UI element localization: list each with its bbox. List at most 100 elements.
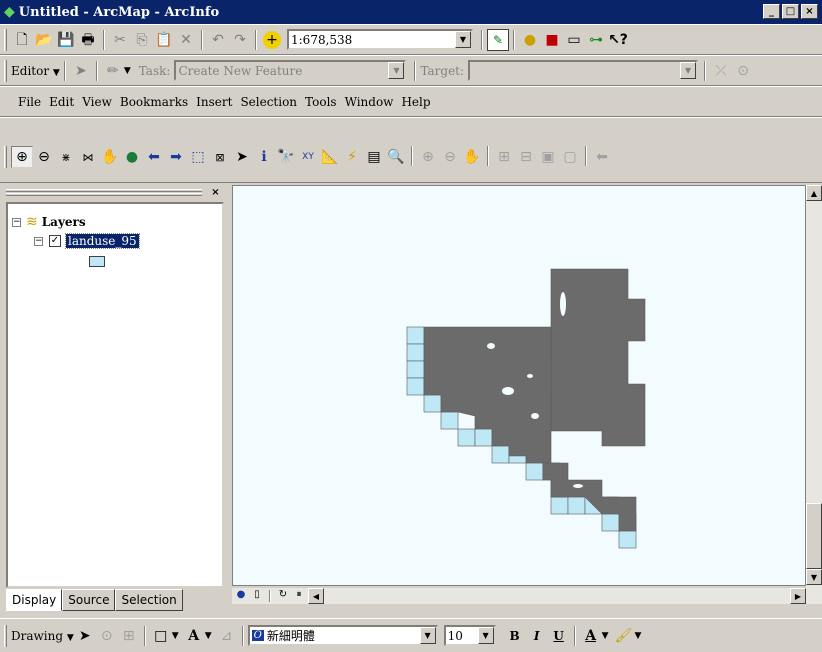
task-combo[interactable]: Create New Feature ▼ bbox=[174, 60, 407, 81]
fixed-zoom-in-icon[interactable]: ⋇ bbox=[55, 146, 77, 168]
pan-hand-icon[interactable]: ✋ bbox=[99, 146, 121, 168]
new-rectangle-icon[interactable]: □ bbox=[150, 625, 172, 647]
scroll-up-icon[interactable]: ▲ bbox=[806, 185, 822, 201]
layout-pan-icon[interactable]: ✋ bbox=[461, 146, 483, 168]
layout-fixed-zoom-out-icon[interactable]: ⊟ bbox=[515, 146, 537, 168]
scroll-thumb[interactable] bbox=[806, 503, 822, 569]
clear-selection-icon[interactable]: ⊠ bbox=[209, 146, 231, 168]
select-features-icon[interactable]: ⬚ bbox=[187, 146, 209, 168]
rectangle-dropdown-icon[interactable]: ▼ bbox=[172, 631, 179, 641]
menu-bookmarks[interactable]: Bookmarks bbox=[116, 95, 192, 109]
map-canvas[interactable] bbox=[232, 185, 806, 586]
hyperlink-icon[interactable]: ⚡ bbox=[341, 146, 363, 168]
layout-view-icon[interactable]: ▯ bbox=[250, 589, 264, 603]
editor-toolbar-icon[interactable]: ✎ bbox=[487, 28, 509, 51]
arccatalog-icon[interactable]: ● bbox=[519, 29, 541, 51]
menu-selection[interactable]: Selection bbox=[236, 95, 301, 109]
bold-button[interactable]: B bbox=[504, 625, 526, 647]
fixed-zoom-out-icon[interactable]: ⋈ bbox=[77, 146, 99, 168]
font-size-dropdown-icon[interactable]: ▼ bbox=[477, 627, 494, 644]
font-color-icon[interactable]: A bbox=[580, 625, 602, 647]
layer-symbol-swatch[interactable] bbox=[89, 256, 105, 267]
html-popup-icon[interactable]: ▤ bbox=[363, 146, 385, 168]
layout-fixed-zoom-in-icon[interactable]: ⊞ bbox=[493, 146, 515, 168]
font-size-combo[interactable]: 10 ▼ bbox=[443, 625, 496, 646]
menu-insert[interactable]: Insert bbox=[192, 95, 236, 109]
paste-icon[interactable]: 📋 bbox=[153, 29, 175, 51]
select-elements-arrow-icon[interactable]: ➤ bbox=[74, 625, 96, 647]
zoom-out-icon[interactable]: ⊖ bbox=[33, 146, 55, 168]
fill-color-icon[interactable]: 🖌 bbox=[613, 625, 635, 647]
menu-tools[interactable]: Tools bbox=[301, 95, 341, 109]
collapse-layers-icon[interactable]: − bbox=[12, 217, 21, 227]
target-dropdown-icon[interactable]: ▼ bbox=[680, 62, 697, 79]
tab-selection[interactable]: Selection bbox=[115, 589, 183, 611]
zoom-whole-page-icon[interactable]: ▣ bbox=[537, 146, 559, 168]
layout-zoom-in-icon[interactable]: ⊕ bbox=[417, 146, 439, 168]
scroll-down-icon[interactable]: ▼ bbox=[806, 569, 822, 585]
menu-help[interactable]: Help bbox=[397, 95, 434, 109]
pause-drawing-icon[interactable]: ⏸ bbox=[292, 589, 306, 603]
target-combo[interactable]: ▼ bbox=[468, 60, 699, 81]
new-document-icon[interactable]: 🗋 bbox=[11, 29, 33, 51]
layer-name-label[interactable]: landuse_95 bbox=[65, 233, 140, 249]
save-icon[interactable]: 💾 bbox=[55, 29, 77, 51]
rotate-element-icon[interactable]: ⊙ bbox=[96, 625, 118, 647]
copy-icon[interactable]: ⎘ bbox=[131, 29, 153, 51]
font-color-dropdown-icon[interactable]: ▼ bbox=[602, 631, 609, 641]
print-icon[interactable]: 🖶 bbox=[77, 29, 99, 51]
font-name-combo[interactable]: O 新細明體 ▼ bbox=[247, 625, 438, 646]
toc-close-button[interactable]: × bbox=[209, 186, 222, 198]
menu-window[interactable]: Window bbox=[341, 95, 398, 109]
layers-root-label[interactable]: Layers bbox=[42, 215, 86, 229]
tab-display[interactable]: Display bbox=[6, 589, 63, 611]
close-button[interactable]: × bbox=[801, 4, 818, 19]
full-extent-globe-icon[interactable]: ● bbox=[121, 146, 143, 168]
layout-zoom-out-icon[interactable]: ⊖ bbox=[439, 146, 461, 168]
menu-view[interactable]: View bbox=[78, 95, 116, 109]
new-text-icon[interactable]: A bbox=[183, 625, 205, 647]
menu-file[interactable]: File bbox=[14, 95, 45, 109]
whats-this-help-icon[interactable]: ↖? bbox=[607, 29, 629, 51]
command-line-icon[interactable]: ▭ bbox=[563, 29, 585, 51]
layout-back-icon[interactable]: ⬅ bbox=[591, 146, 613, 168]
font-name-dropdown-icon[interactable]: ▼ bbox=[419, 627, 436, 644]
split-tool-icon[interactable]: ⤫ bbox=[710, 60, 732, 82]
redo-icon[interactable]: ↷ bbox=[229, 29, 251, 51]
edit-vertices-icon[interactable]: ⊿ bbox=[216, 625, 238, 647]
sketch-tool-icon[interactable]: ✏ bbox=[102, 60, 124, 82]
map-scale-combo[interactable]: 1:678,538 ▼ bbox=[287, 29, 473, 50]
menu-edit[interactable]: Edit bbox=[45, 95, 78, 109]
italic-button[interactable]: I bbox=[526, 625, 548, 647]
add-data-icon[interactable]: + bbox=[263, 30, 281, 49]
zoom-to-selected-icon[interactable]: ⊞ bbox=[118, 625, 140, 647]
scroll-left-icon[interactable]: ◀ bbox=[308, 588, 324, 604]
find-binoculars-icon[interactable]: 🔭 bbox=[275, 146, 297, 168]
rotate-tool-icon[interactable]: ⊙ bbox=[732, 60, 754, 82]
underline-button[interactable]: U bbox=[548, 625, 570, 647]
forward-arrow-icon[interactable]: ➡ bbox=[165, 146, 187, 168]
fill-color-dropdown-icon[interactable]: ▼ bbox=[635, 631, 642, 641]
scroll-right-icon[interactable]: ▶ bbox=[790, 588, 806, 604]
select-elements-icon[interactable]: ➤ bbox=[231, 146, 253, 168]
create-viewer-icon[interactable]: 🔍 bbox=[385, 146, 407, 168]
tab-source[interactable]: Source bbox=[62, 589, 116, 611]
maximize-button[interactable]: □ bbox=[782, 4, 799, 19]
delete-icon[interactable]: ✕ bbox=[175, 29, 197, 51]
sketch-dropdown-icon[interactable]: ▼ bbox=[124, 66, 131, 76]
modelbuilder-icon[interactable]: ⊶ bbox=[585, 29, 607, 51]
editor-menu[interactable]: Editor ▼ bbox=[11, 64, 60, 78]
open-folder-icon[interactable]: 📂 bbox=[33, 29, 55, 51]
measure-icon[interactable]: 📐 bbox=[319, 146, 341, 168]
drawing-menu[interactable]: Drawing ▼ bbox=[11, 629, 74, 643]
cut-icon[interactable]: ✂ bbox=[109, 29, 131, 51]
zoom-100-percent-icon[interactable]: ▢ bbox=[559, 146, 581, 168]
toc-title-bar[interactable]: × bbox=[6, 186, 224, 200]
go-to-xy-icon[interactable]: XY bbox=[297, 146, 319, 168]
minimize-button[interactable]: _ bbox=[763, 4, 780, 19]
data-view-icon[interactable]: ● bbox=[234, 589, 248, 603]
collapse-layer-icon[interactable]: − bbox=[34, 236, 43, 246]
layer-visibility-checkbox[interactable]: ✓ bbox=[49, 235, 61, 247]
zoom-in-icon[interactable]: ⊕ bbox=[11, 146, 33, 168]
text-dropdown-icon[interactable]: ▼ bbox=[205, 631, 212, 641]
